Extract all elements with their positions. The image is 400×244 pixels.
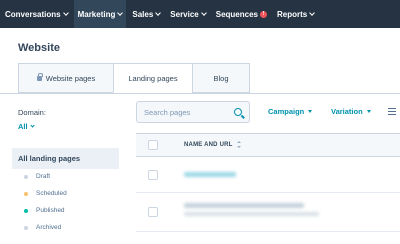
chevron-down-icon <box>117 10 124 16</box>
nav-label: Marketing <box>77 9 116 19</box>
sort-icon <box>236 141 241 148</box>
redacted-page-url <box>184 212 319 216</box>
nav-service[interactable]: Service <box>170 0 207 28</box>
redacted-page-name[interactable] <box>184 203 304 208</box>
nav-label: Reports <box>277 9 308 19</box>
domain-dropdown[interactable]: All <box>18 122 35 131</box>
filter-label: Published <box>36 207 65 214</box>
status-dot <box>24 208 28 213</box>
search-input[interactable] <box>144 107 230 117</box>
caret-down-icon <box>308 110 313 113</box>
filter-label: Draft <box>36 173 51 180</box>
filter-draft[interactable]: Draft <box>24 173 50 180</box>
tab-bar: Website pages Landing pages Blog <box>18 63 250 93</box>
campaign-label: Campaign <box>268 107 305 116</box>
column-header-name[interactable]: NAME AND URL <box>184 141 241 148</box>
nav-conversations[interactable]: Conversations <box>5 0 69 28</box>
chevron-down-icon <box>155 10 162 16</box>
nav-sales[interactable]: Sales <box>132 0 162 28</box>
chevron-down-icon <box>200 10 207 16</box>
row-checkbox[interactable] <box>148 170 158 180</box>
filter-sliders-icon[interactable] <box>388 108 396 115</box>
alert-badge: ! <box>260 10 267 18</box>
filter-published[interactable]: Published <box>24 207 65 214</box>
row-divider <box>136 192 400 193</box>
campaign-dropdown[interactable]: Campaign <box>268 107 313 116</box>
select-all-checkbox[interactable] <box>148 140 158 150</box>
row-divider <box>136 231 400 232</box>
variation-dropdown[interactable]: Variation <box>331 107 371 116</box>
nav-label: Sales <box>132 9 154 19</box>
caret-down-icon <box>366 110 371 113</box>
tab-label: Landing pages <box>128 73 178 83</box>
filter-label: Scheduled <box>36 190 67 197</box>
domain-value: All <box>18 122 28 131</box>
filter-scheduled[interactable]: Scheduled <box>24 190 67 197</box>
nav-marketing[interactable]: Marketing <box>73 0 127 28</box>
top-nav: Conversations Marketing Sales Service Se… <box>0 0 400 28</box>
chevron-down-icon <box>309 10 316 16</box>
status-dot <box>24 191 28 196</box>
tab-blog[interactable]: Blog <box>192 63 250 93</box>
nav-reports[interactable]: Reports <box>277 0 316 28</box>
lock-icon <box>36 72 43 81</box>
search-icon[interactable] <box>234 108 242 116</box>
search-box <box>136 101 250 123</box>
nav-label: Conversations <box>5 9 61 19</box>
chevron-down-icon <box>29 123 35 128</box>
chevron-down-icon <box>62 10 69 16</box>
filter-label: Archived <box>36 224 62 231</box>
variation-label: Variation <box>331 107 363 116</box>
status-dot <box>24 174 28 179</box>
redacted-page-name[interactable] <box>184 172 236 177</box>
domain-label: Domain: <box>18 108 46 117</box>
filter-all-landing-pages[interactable]: All landing pages <box>12 148 119 169</box>
page-title: Website <box>18 42 60 54</box>
tab-label: Blog <box>213 73 229 83</box>
tab-divider <box>0 93 400 94</box>
row-checkbox[interactable] <box>148 207 158 217</box>
nav-label: Service <box>170 9 199 19</box>
table-header <box>136 133 400 157</box>
nav-sequences[interactable]: Sequences! <box>216 0 267 28</box>
column-label: NAME AND URL <box>184 141 233 148</box>
tab-label: Website pages <box>45 73 96 83</box>
status-dot <box>24 225 28 230</box>
filter-archived[interactable]: Archived <box>24 224 61 231</box>
nav-label: Sequences <box>215 9 258 19</box>
tab-website-pages[interactable]: Website pages <box>18 63 114 93</box>
tab-landing-pages[interactable]: Landing pages <box>113 63 193 93</box>
